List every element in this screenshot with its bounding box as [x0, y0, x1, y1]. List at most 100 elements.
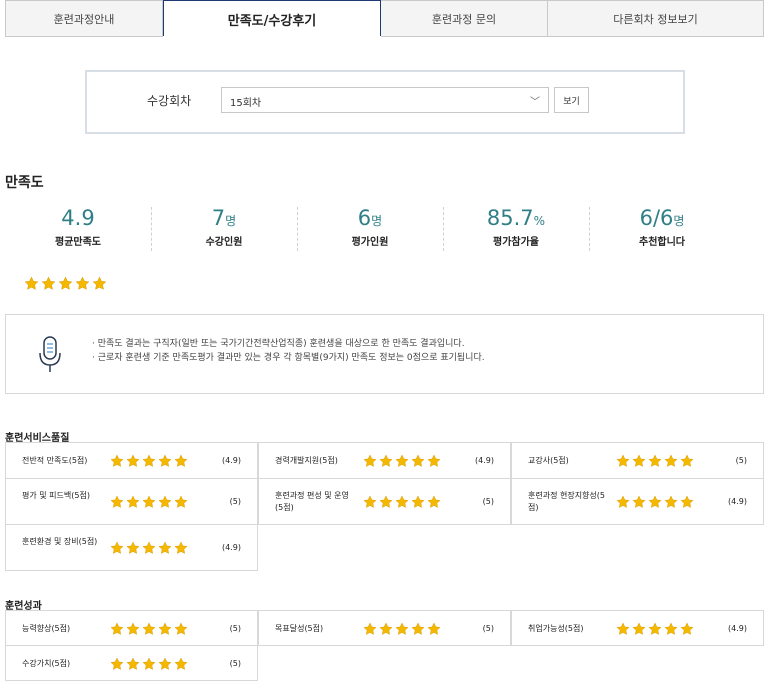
rating-item-stars — [616, 495, 694, 509]
stat-unit: % — [533, 214, 546, 228]
rating-item-score: (5) — [229, 658, 241, 668]
star-icon — [24, 276, 39, 290]
star-icon — [616, 495, 630, 508]
notice-item: · 만족도 결과는 구직자(일반 또는 국가기간전략산업직종) 훈련생을 대상으… — [92, 339, 465, 349]
star-icon — [92, 276, 107, 290]
tab-course-info[interactable]: 훈련과정안내 — [5, 0, 163, 37]
rating-item-score: (5) — [229, 623, 241, 633]
rating-item-score: (4.9) — [475, 456, 494, 465]
notice-list: · 만족도 결과는 구직자(일반 또는 국가기간전략산업직종) 훈련생을 대상으… — [92, 337, 485, 365]
rating-item-score: (4.9) — [222, 543, 241, 552]
star-icon — [158, 622, 172, 635]
tab-satisfaction-reviews[interactable]: 만족도/수강후기 — [163, 0, 381, 37]
stat-label: 수강인원 — [205, 237, 243, 248]
star-icon — [632, 495, 646, 508]
rating-item-score: (5) — [482, 623, 494, 633]
stat-evaluators: 6명 평가인원 — [297, 205, 443, 253]
stat-participation: 85.7% 평가참가율 — [443, 205, 589, 253]
star-icon — [142, 495, 156, 508]
star-icon — [379, 495, 393, 508]
session-selector-panel: 수강회차 15회차 ﹀ 보기 — [85, 70, 685, 134]
microphone-icon — [39, 336, 61, 372]
star-icon — [75, 276, 90, 290]
star-icon — [110, 622, 124, 635]
star-icon — [363, 495, 377, 508]
rating-item: 경력개발지원(5점) (4.9) — [258, 442, 511, 479]
star-icon — [174, 495, 188, 508]
star-icon — [126, 454, 140, 467]
tab-other-sessions[interactable]: 다른회차 정보보기 — [548, 0, 764, 37]
tab-course-inquiry[interactable]: 훈련과정 문의 — [381, 0, 548, 37]
rating-item: 훈련과정 편성 및 운영(5점) (5) — [258, 478, 511, 525]
star-icon — [395, 495, 409, 508]
star-icon — [174, 657, 188, 670]
star-icon — [680, 495, 694, 508]
rating-item-name: 교강사(5점) — [528, 456, 569, 465]
stat-unit: 명 — [371, 214, 383, 228]
session-select[interactable]: 15회차 ﹀ — [221, 87, 549, 113]
stat-value: 7 — [211, 206, 226, 230]
tab-bar: 훈련과정안내 만족도/수강후기 훈련과정 문의 다른회차 정보보기 — [5, 0, 764, 37]
star-icon — [664, 622, 678, 635]
rating-item-name: 훈련환경 및 장비(5점) — [22, 537, 98, 546]
satisfaction-stats: 4.9 평균만족도 7 명 수강인원 6명 평가인원 85.7% 평가참가율 6/… — [5, 205, 765, 253]
star-icon — [680, 454, 694, 467]
rating-item-stars — [110, 454, 188, 468]
rating-item-name: 훈련과정 현장지향성(5점) — [528, 491, 605, 512]
rating-item-name: 훈련과정 편성 및 운영(5점) — [275, 491, 349, 512]
rating-item-stars — [110, 622, 188, 636]
rating-item-score: (5) — [229, 497, 241, 506]
rating-item-name: 능력향상(5점) — [22, 623, 71, 633]
star-icon — [379, 454, 393, 467]
rating-item-stars — [363, 622, 441, 636]
stat-value: 85.7 — [486, 206, 534, 230]
rating-item: 훈련환경 및 장비(5점) (4.9) — [5, 524, 258, 571]
star-icon — [126, 657, 140, 670]
star-icon — [363, 622, 377, 635]
star-icon — [126, 495, 140, 508]
session-select-value: 15회차 — [230, 98, 262, 109]
rating-item-score: (5) — [735, 456, 747, 465]
satisfaction-title: 만족도 — [5, 175, 44, 191]
stat-value: 4.9 — [61, 206, 95, 230]
star-icon — [126, 622, 140, 635]
tab-divider — [5, 36, 764, 37]
stat-recommend: 6/6명 추천합니다 — [589, 205, 735, 253]
star-icon — [142, 622, 156, 635]
rating-item: 능력향상(5점) (5) — [5, 610, 258, 646]
rating-item: 훈련과정 현장지향성(5점) (4.9) — [511, 478, 764, 525]
session-label: 수강회차 — [147, 94, 192, 108]
stat-average: 4.9 평균만족도 — [5, 205, 151, 253]
star-icon — [379, 622, 393, 635]
star-icon — [616, 454, 630, 467]
star-icon — [142, 541, 156, 554]
star-icon — [680, 622, 694, 635]
star-icon — [158, 657, 172, 670]
rating-item: 평가 및 피드백(5점) (5) — [5, 478, 258, 525]
stat-label: 평가인원 — [351, 237, 389, 248]
rating-item-name: 평가 및 피드백(5점) — [22, 491, 90, 500]
rating-item-stars — [110, 495, 188, 509]
rating-item: 전반적 만족도(5점) (4.9) — [5, 442, 258, 479]
star-icon — [58, 276, 73, 290]
rating-item-name: 취업가능성(5점) — [528, 623, 584, 633]
star-icon — [158, 541, 172, 554]
star-icon — [411, 454, 425, 467]
rating-item: 목표달성(5점) (5) — [258, 610, 511, 646]
stat-unit: 명 — [673, 214, 685, 228]
rating-item-score: (4.9) — [728, 623, 747, 633]
view-button[interactable]: 보기 — [554, 87, 589, 113]
chevron-down-icon: ﹀ — [530, 97, 540, 108]
star-icon — [664, 454, 678, 467]
star-icon — [632, 454, 646, 467]
star-icon — [648, 622, 662, 635]
star-icon — [427, 622, 441, 635]
star-icon — [648, 495, 662, 508]
rating-item: 교강사(5점) (5) — [511, 442, 764, 479]
star-icon — [427, 495, 441, 508]
star-icon — [110, 541, 124, 554]
rating-item-stars — [110, 657, 188, 671]
star-icon — [174, 541, 188, 554]
star-icon — [363, 454, 377, 467]
star-icon — [142, 454, 156, 467]
